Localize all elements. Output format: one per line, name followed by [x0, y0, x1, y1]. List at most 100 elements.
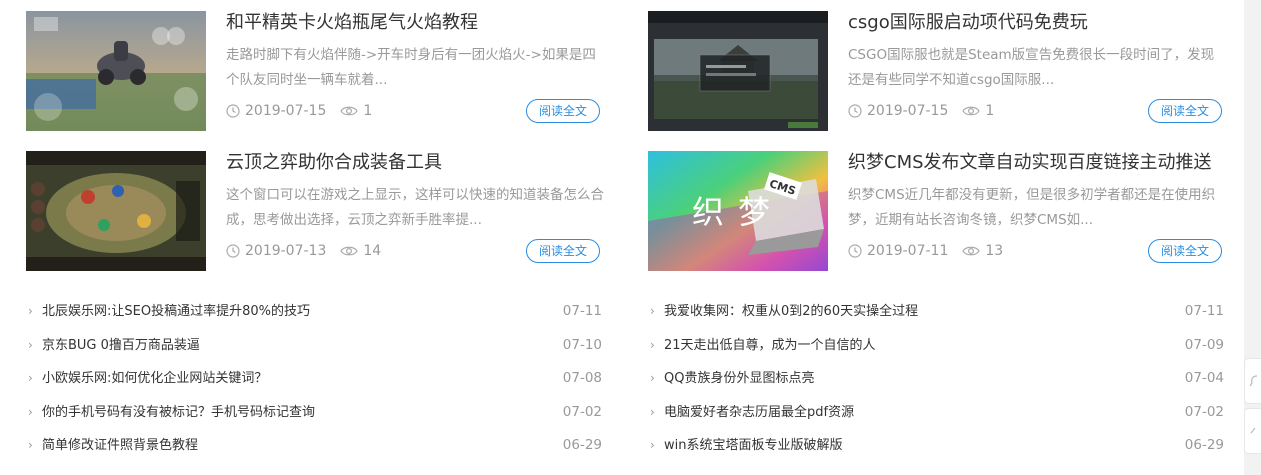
list-item[interactable]: › win系统宝塔面板专业版破解版 06-29	[650, 429, 1224, 463]
eye-icon	[962, 246, 981, 256]
list-item-title[interactable]: 小欧娱乐网:如何优化企业网站关键词？	[42, 362, 512, 396]
article-meta: 2019-07-15 1	[848, 103, 1008, 119]
list-item-date: 07-11	[562, 303, 602, 319]
chevron-right-icon: ›	[28, 304, 33, 318]
tft-screenshot-thumbnail	[26, 151, 206, 271]
clock-icon	[226, 244, 240, 258]
article-thumbnail[interactable]	[26, 11, 206, 131]
article-list-left: › 北辰娱乐网:让SEO投稿通过率提升80%的技巧 07-11 › 京东BUG …	[28, 295, 602, 463]
view-count: 14	[363, 243, 382, 259]
article-meta: 2019-07-13 14	[226, 243, 395, 259]
article-thumbnail[interactable]	[648, 11, 828, 131]
list-item[interactable]: › 电脑爱好者杂志历届最全pdf资源 07-02	[650, 396, 1224, 430]
list-item[interactable]: › 你的手机号码有没有被标记？手机号码标记查询 07-02	[28, 396, 602, 430]
list-item-title[interactable]: 电脑爱好者杂志历届最全pdf资源	[664, 396, 1134, 430]
list-item-title[interactable]: win系统宝塔面板专业版破解版	[664, 429, 1134, 463]
article-list-right: › 我爱收集网：权重从0到2的60天实操全过程 07-11 › 21天走出低自尊…	[650, 295, 1224, 463]
article-excerpt: 这个窗口可以在游戏之上显示，这样可以快速的知道装备怎么合成，思考做出选择，云顶之…	[226, 187, 604, 228]
publish-date: 2019-07-13	[245, 243, 327, 259]
list-item-title[interactable]: 简单修改证件照背景色教程	[42, 429, 512, 463]
article-card: 和平精英卡火焰瓶尾气火焰教程 走路时脚下有火焰伴随->开车时身后有一团火焰火->…	[26, 11, 606, 131]
back-to-top-icon	[1250, 427, 1255, 434]
list-item-date: 06-29	[1184, 437, 1224, 453]
article-thumbnail[interactable]	[26, 151, 206, 271]
list-item-date: 07-09	[1184, 336, 1224, 353]
chevron-right-icon: ›	[28, 371, 33, 385]
list-item-date: 07-02	[562, 403, 602, 420]
chevron-right-icon: ›	[28, 337, 33, 352]
eye-icon	[962, 106, 981, 116]
eye-icon	[340, 246, 359, 256]
clock-icon	[226, 104, 240, 118]
list-item-date: 07-10	[562, 336, 602, 353]
article-card: 云顶之弈助你合成装备工具 这个窗口可以在游戏之上显示，这样可以快速的知道装备怎么…	[26, 151, 606, 271]
game-screenshot-thumbnail	[26, 11, 206, 131]
view-count: 1	[363, 103, 373, 119]
read-more-button[interactable]: 阅读全文	[1148, 239, 1222, 263]
article-card: CMS 织 梦 织梦CMS发布文章自动实现百度链接主动推送 织梦CMS近几年都没…	[648, 151, 1228, 271]
chat-button[interactable]	[1244, 358, 1261, 404]
list-item[interactable]: › 我爱收集网：权重从0到2的60天实操全过程 07-11	[650, 295, 1224, 329]
article-title[interactable]: 云顶之弈助你合成装备工具	[226, 151, 616, 175]
list-item-title[interactable]: 京东BUG 0撸百万商品装逼	[42, 329, 512, 363]
article-card: csgo国际服启动项代码免费玩 CSGO国际服也就是Steam版宣告免费很长一段…	[648, 11, 1228, 131]
date-meta: 2019-07-15	[226, 103, 326, 119]
clock-icon	[848, 244, 862, 258]
read-more-button[interactable]: 阅读全文	[1148, 99, 1222, 123]
article-meta: 2019-07-15 1	[226, 103, 386, 119]
list-item-title[interactable]: 21天走出低自尊，成为一个自信的人	[664, 329, 1134, 363]
date-meta: 2019-07-11	[848, 243, 948, 259]
list-item-title[interactable]: QQ贵族身份外显图标点亮	[664, 362, 1134, 396]
views-meta: 14	[340, 243, 381, 259]
list-item-date: 07-11	[1184, 303, 1224, 319]
chevron-right-icon: ›	[650, 438, 655, 452]
view-count: 13	[985, 243, 1004, 259]
chat-icon	[1249, 375, 1257, 387]
list-item-date: 07-08	[562, 370, 602, 386]
list-item[interactable]: › 北辰娱乐网:让SEO投稿通过率提升80%的技巧 07-11	[28, 295, 602, 329]
article-excerpt: 织梦CMS近几年都没有更新，但是很多初学者都还是在使用织梦，近期有站长咨询冬镜，…	[848, 187, 1216, 228]
list-item-date: 06-29	[562, 437, 602, 453]
clock-icon	[848, 104, 862, 118]
views-meta: 13	[962, 243, 1003, 259]
read-more-button[interactable]: 阅读全文	[526, 239, 600, 263]
banner-glyph-1: 织	[692, 193, 724, 231]
chevron-right-icon: ›	[650, 404, 655, 419]
list-item[interactable]: › 21天走出低自尊，成为一个自信的人 07-09	[650, 329, 1224, 363]
list-item-date: 07-02	[1184, 403, 1224, 420]
back-to-top-button[interactable]	[1244, 408, 1261, 454]
date-meta: 2019-07-15	[848, 103, 948, 119]
article-title[interactable]: csgo国际服启动项代码免费玩	[848, 11, 1238, 35]
list-item-title[interactable]: 你的手机号码有没有被标记？手机号码标记查询	[42, 396, 512, 430]
list-item-title[interactable]: 北辰娱乐网:让SEO投稿通过率提升80%的技巧	[42, 295, 512, 329]
csgo-screenshot-thumbnail	[648, 11, 828, 131]
article-title[interactable]: 织梦CMS发布文章自动实现百度链接主动推送	[848, 151, 1238, 175]
publish-date: 2019-07-15	[867, 103, 949, 119]
article-excerpt: CSGO国际服也就是Steam版宣告免费很长一段时间了，发现还是有些同学不知道c…	[848, 47, 1215, 88]
chevron-right-icon: ›	[650, 337, 655, 352]
list-item[interactable]: › 小欧娱乐网:如何优化企业网站关键词？ 07-08	[28, 362, 602, 396]
chevron-right-icon: ›	[28, 438, 33, 452]
list-item[interactable]: › 京东BUG 0撸百万商品装逼 07-10	[28, 329, 602, 363]
eye-icon	[340, 106, 359, 116]
list-item-title[interactable]: 我爱收集网：权重从0到2的60天实操全过程	[664, 295, 1134, 329]
views-meta: 1	[340, 103, 372, 119]
view-count: 1	[985, 103, 995, 119]
read-more-button[interactable]: 阅读全文	[526, 99, 600, 123]
views-meta: 1	[962, 103, 994, 119]
article-excerpt: 走路时脚下有火焰伴随->开车时身后有一团火焰火->如果是四个队友同时坐一辆车就着…	[226, 47, 596, 88]
list-item[interactable]: › QQ贵族身份外显图标点亮 07-04	[650, 362, 1224, 396]
article-title[interactable]: 和平精英卡火焰瓶尾气火焰教程	[226, 11, 616, 35]
dedecms-banner-thumbnail: CMS 织 梦	[648, 151, 828, 271]
content-panel: 和平精英卡火焰瓶尾气火焰教程 走路时脚下有火焰伴随->开车时身后有一团火焰火->…	[0, 0, 1244, 475]
article-thumbnail[interactable]: CMS 织 梦	[648, 151, 828, 271]
chevron-right-icon: ›	[650, 371, 655, 385]
date-meta: 2019-07-13	[226, 243, 326, 259]
list-item[interactable]: › 简单修改证件照背景色教程 06-29	[28, 429, 602, 463]
list-item-date: 07-04	[1184, 370, 1224, 386]
publish-date: 2019-07-15	[245, 103, 327, 119]
chevron-right-icon: ›	[28, 404, 33, 419]
publish-date: 2019-07-11	[867, 243, 949, 259]
chevron-right-icon: ›	[650, 304, 655, 318]
banner-glyph-2: 梦	[738, 193, 770, 231]
